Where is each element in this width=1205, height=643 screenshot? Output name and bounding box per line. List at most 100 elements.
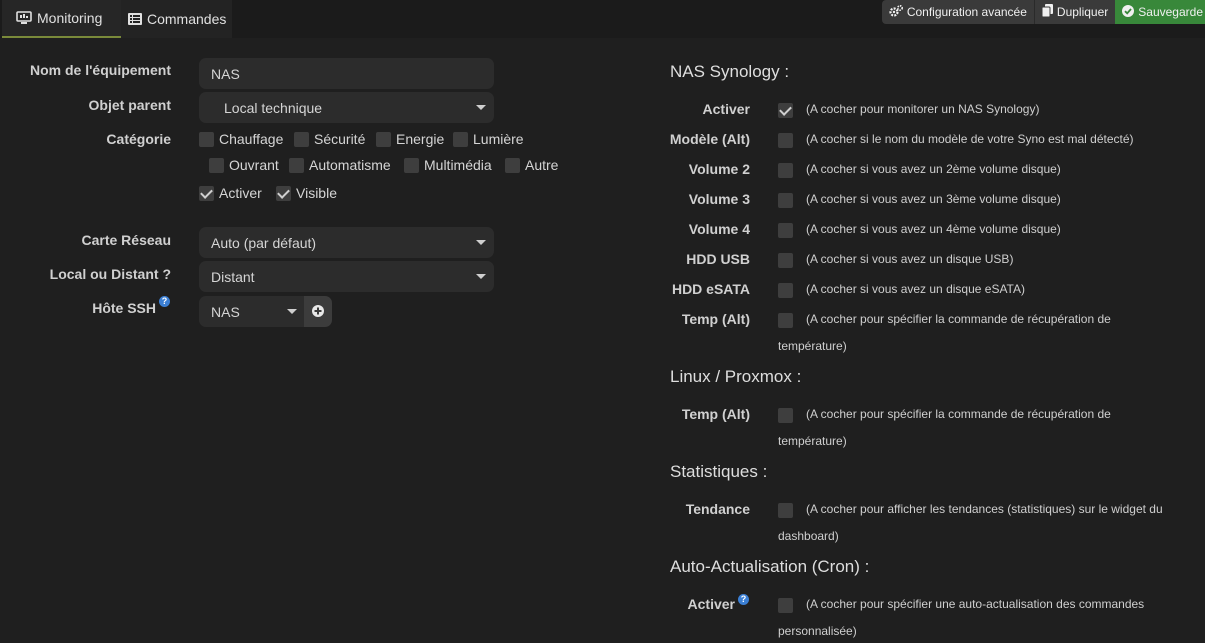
linux-section-title: Linux / Proxmox : (670, 367, 802, 386)
name-value: NAS (211, 65, 240, 82)
cron-activer-checkbox[interactable] (778, 598, 793, 613)
category-label-multimedia: Multimédia (424, 157, 492, 173)
network-label: Carte Réseau (81, 232, 172, 248)
add-ssh-button[interactable] (304, 296, 332, 327)
monitor-icon (16, 11, 32, 25)
category-label-ouvrant: Ouvrant (229, 157, 279, 173)
action-buttons: Configuration avancée Dupliquer Sauvegar… (881, 0, 1205, 24)
linux-temp-hint-cont: température) (778, 434, 847, 448)
advanced-config-button[interactable]: Configuration avancée (881, 0, 1034, 24)
nas-volume4-checkbox[interactable] (778, 223, 793, 238)
chevron-down-icon (476, 105, 486, 110)
nas-hddesata-label: HDD eSATA (671, 281, 750, 297)
nas-volume3-checkbox[interactable] (778, 193, 793, 208)
category-label-lumiere: Lumière (473, 131, 524, 147)
network-value: Auto (par défaut) (211, 234, 317, 251)
category-checkbox-automatisme[interactable] (289, 158, 304, 173)
category-checkbox-multimedia[interactable] (404, 158, 419, 173)
copy-icon (1041, 4, 1053, 20)
nas-activer-checkbox[interactable] (778, 103, 793, 118)
local-label: Local ou Distant ? (49, 266, 171, 282)
nas-hddusb-hint: (A cocher si vous avez un disque USB) (806, 252, 1014, 266)
help-icon[interactable]: ? (738, 594, 749, 605)
category-label-autre: Autre (525, 157, 559, 173)
category-checkbox-autre[interactable] (505, 158, 520, 173)
duplicate-button[interactable]: Dupliquer (1033, 0, 1116, 24)
nas-activer-hint: (A cocher pour monitorer un NAS Synology… (806, 102, 1040, 116)
nas-temp-hint: (A cocher pour spécifier la commande de … (806, 312, 1111, 326)
nas-model-hint: (A cocher si le nom du modèle de votre S… (806, 132, 1134, 146)
nas-volume2-checkbox[interactable] (778, 163, 793, 178)
name-input[interactable]: NAS (199, 58, 494, 89)
category-label-energie: Energie (396, 131, 445, 147)
nas-temp-hint-cont: température) (778, 339, 847, 353)
list-icon (128, 13, 142, 25)
local-select[interactable]: Distant (199, 261, 494, 292)
nas-section-title: NAS Synology : (670, 62, 790, 81)
category-checkbox-lumiere[interactable] (453, 132, 468, 147)
nas-temp-label: Temp (Alt) (681, 311, 750, 327)
plus-circle-icon (312, 304, 324, 320)
check-circle-icon (1122, 4, 1135, 20)
linux-temp-checkbox[interactable] (778, 408, 793, 423)
tab-commandes-label: Commandes (147, 11, 227, 27)
category-label-securite: Sécurité (314, 131, 366, 147)
parent-value: Local technique (224, 99, 323, 116)
nas-volume3-hint: (A cocher si vous avez un 3ème volume di… (806, 192, 1061, 206)
tendance-checkbox[interactable] (778, 503, 793, 518)
linux-temp-label: Temp (Alt) (681, 406, 750, 422)
nas-hddesata-hint: (A cocher si vous avez un disque eSATA) (806, 282, 1025, 296)
category-checkbox-securite[interactable] (294, 132, 309, 147)
nas-volume2-hint: (A cocher si vous avez un 2ème volume di… (806, 162, 1061, 176)
visible-checkbox[interactable] (276, 186, 291, 201)
category-label-chauffage: Chauffage (219, 131, 284, 147)
parent-select[interactable]: Local technique (199, 92, 494, 123)
nas-volume4-label: Volume 4 (688, 221, 750, 237)
cron-section-title: Auto-Actualisation (Cron) : (670, 557, 870, 576)
stats-section-title: Statistiques : (670, 462, 768, 481)
ssh-select[interactable]: NAS (199, 296, 305, 327)
chevron-down-icon (476, 240, 486, 245)
top-bar: Monitoring Commandes Configuration avanc… (0, 0, 1205, 38)
nas-temp-checkbox[interactable] (778, 313, 793, 328)
nas-volume4-hint: (A cocher si vous avez un 4ème volume di… (806, 222, 1061, 236)
local-value: Distant (211, 268, 255, 285)
category-checkbox-chauffage[interactable] (199, 132, 214, 147)
cron-activer-label: Activer (687, 596, 735, 612)
save-label: Sauvegarde (1138, 5, 1203, 19)
category-checkbox-energie[interactable] (376, 132, 391, 147)
chevron-down-icon (287, 309, 297, 314)
cron-activer-hint-cont: personnalisée) (778, 624, 857, 638)
chevron-down-icon (476, 274, 486, 279)
parent-label: Objet parent (88, 97, 171, 113)
category-checkbox-ouvrant[interactable] (209, 158, 224, 173)
gears-icon (889, 4, 903, 20)
activer-checkbox[interactable] (199, 186, 214, 201)
nas-hddusb-checkbox[interactable] (778, 253, 793, 268)
name-label: Nom de l'équipement (29, 62, 171, 78)
tab-monitoring-label: Monitoring (37, 10, 103, 26)
nas-model-label: Modèle (Alt) (669, 131, 750, 147)
ssh-value: NAS (211, 303, 240, 320)
tendance-hint: (A cocher pour afficher les tendances (s… (806, 502, 1163, 516)
tab-monitoring[interactable]: Monitoring (2, 0, 121, 38)
tendance-label: Tendance (685, 501, 750, 517)
tendance-hint-cont: dashboard) (778, 529, 839, 543)
ssh-label: Hôte SSH (92, 300, 156, 316)
cron-activer-hint: (A cocher pour spécifier une auto-actual… (806, 597, 1145, 611)
nas-model-checkbox[interactable] (778, 133, 793, 148)
network-select[interactable]: Auto (par défaut) (199, 227, 494, 258)
category-label-automatisme: Automatisme (309, 157, 391, 173)
nas-hddusb-label: HDD USB (686, 251, 750, 267)
visible-label: Visible (296, 185, 337, 201)
category-label: Catégorie (106, 131, 171, 147)
nas-volume3-label: Volume 3 (688, 191, 750, 207)
save-button[interactable]: Sauvegarde (1115, 0, 1205, 24)
help-icon[interactable]: ? (159, 296, 170, 307)
tab-commandes[interactable]: Commandes (121, 0, 232, 38)
nas-hddesata-checkbox[interactable] (778, 283, 793, 298)
duplicate-label: Dupliquer (1056, 5, 1109, 19)
nas-volume2-label: Volume 2 (688, 161, 750, 177)
linux-temp-hint: (A cocher pour spécifier la commande de … (806, 407, 1111, 421)
activer-label: Activer (219, 185, 262, 201)
